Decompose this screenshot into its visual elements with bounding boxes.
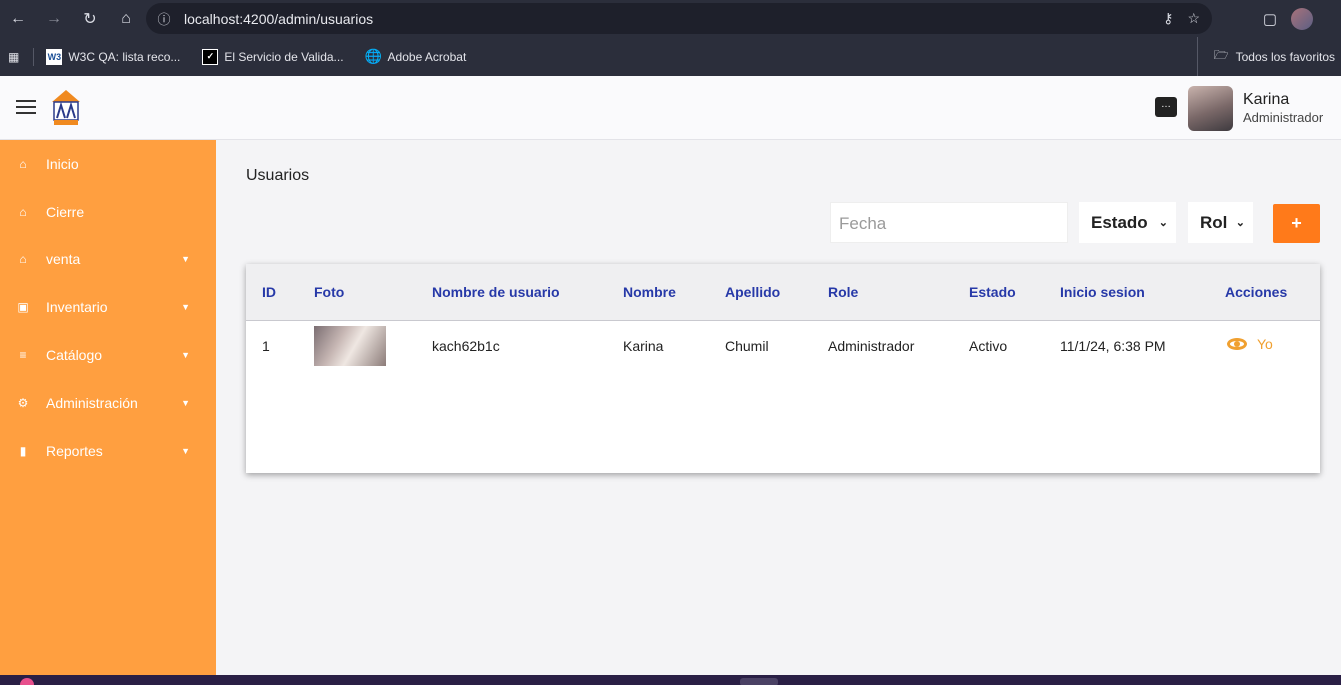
sidebar-item-reportes[interactable]: ▮ Reportes ▼	[0, 431, 216, 471]
extensions-icon[interactable]: ▢	[1263, 10, 1277, 28]
cell-inicio-sesion: 11/1/24, 6:38 PM	[1060, 338, 1166, 354]
bookmark-label: Adobe Acrobat	[387, 49, 467, 64]
address-bar[interactable]: ⓘ localhost:4200/admin/usuarios ⚷ ☆	[146, 3, 1212, 34]
user-role: Administrador	[1243, 110, 1324, 125]
gear-icon: ⚙	[17, 396, 29, 410]
chevron-down-icon: ▼	[181, 302, 190, 312]
all-bookmarks-label: Todos los favoritos	[1235, 49, 1335, 64]
bar-chart-icon: ▮	[19, 444, 27, 458]
home-icon: ⌂	[19, 252, 27, 266]
folder-icon: 🗁	[1213, 48, 1229, 62]
rol-select-label: Rol	[1200, 212, 1228, 232]
sidebar-item-label: Inventario	[46, 299, 108, 315]
chevron-down-icon: ⌄	[1158, 217, 1168, 229]
cell-username: kach62b1c	[432, 338, 500, 354]
bookmark-validator[interactable]: ✓ El Servicio de Valida...	[202, 48, 344, 65]
cell-nombre: Karina	[623, 338, 664, 354]
bookmark-label: El Servicio de Valida...	[224, 49, 344, 64]
home-icon: ⌂	[19, 205, 27, 219]
estado-select[interactable]: Estado ⌄	[1079, 202, 1176, 243]
bookmark-w3c[interactable]: W3 W3C QA: lista reco...	[46, 48, 181, 65]
chevron-down-icon: ▼	[181, 446, 190, 456]
rol-select[interactable]: Rol ⌄	[1188, 202, 1253, 243]
app-header: … Karina Administrador	[0, 76, 1341, 140]
url-text[interactable]: localhost:4200/admin/usuarios	[184, 11, 373, 27]
chevron-down-icon: ▼	[181, 398, 190, 408]
bookmark-label: W3C QA: lista reco...	[68, 49, 181, 64]
estado-select-label: Estado	[1091, 212, 1148, 232]
apps-grid-icon[interactable]: ▦	[8, 50, 19, 64]
user-photo	[314, 326, 386, 366]
all-bookmarks[interactable]: 🗁 Todos los favoritos	[1196, 37, 1335, 76]
sidebar: ⌂ Inicio ⌂ Cierre ⌂ venta ▼ ▣ Inventario…	[0, 140, 216, 675]
menu-icon[interactable]	[16, 100, 36, 114]
chevron-down-icon: ▼	[181, 254, 190, 264]
user-name: Karina	[1243, 91, 1290, 108]
column-header[interactable]: Role	[828, 284, 858, 300]
sidebar-item-catalogo[interactable]: ≡ Catálogo ▼	[0, 335, 216, 375]
sidebar-item-label: Catálogo	[46, 347, 103, 363]
add-user-button[interactable]: +	[1273, 204, 1320, 243]
star-icon[interactable]: ☆	[1187, 10, 1200, 27]
chevron-down-icon: ▼	[181, 350, 190, 360]
os-taskbar	[0, 675, 1341, 685]
sidebar-item-cierre[interactable]: ⌂ Cierre	[0, 192, 216, 232]
sidebar-item-label: venta	[46, 251, 81, 267]
cell-estado: Activo	[969, 338, 1008, 354]
bookmarks-bar: ▦ W3 W3C QA: lista reco... ✓ El Servicio…	[0, 37, 1341, 76]
home-icon: ⌂	[19, 157, 27, 171]
sidebar-item-administracion[interactable]: ⚙ Administración ▼	[0, 383, 216, 423]
sidebar-item-inicio[interactable]: ⌂ Inicio	[0, 144, 216, 184]
taskbar-app-icon[interactable]	[20, 678, 34, 685]
back-icon[interactable]: ←	[0, 1, 36, 37]
column-header[interactable]: Apellido	[725, 284, 780, 300]
sidebar-item-label: Inicio	[46, 156, 79, 172]
table-header: ID Foto Nombre de usuario Nombre Apellid…	[246, 264, 1320, 321]
column-header[interactable]: Foto	[314, 284, 344, 300]
sidebar-item-label: Administración	[46, 395, 138, 411]
avatar[interactable]	[1188, 86, 1233, 131]
w3c-icon: W3	[46, 48, 63, 65]
column-header[interactable]: Inicio sesion	[1060, 284, 1145, 300]
browser-toolbar: ← → ↻ ⌂ ⓘ localhost:4200/admin/usuarios …	[0, 0, 1341, 37]
archive-icon: ▣	[17, 300, 29, 314]
sidebar-item-label: Cierre	[46, 204, 85, 220]
column-header[interactable]: Nombre	[623, 284, 676, 300]
chevron-down-icon: ⌄	[1235, 217, 1245, 229]
fecha-input[interactable]: Fecha	[830, 202, 1068, 243]
forward-icon[interactable]: →	[36, 1, 72, 37]
eye-icon[interactable]	[1227, 338, 1247, 350]
site-info-icon[interactable]: ⓘ	[150, 9, 178, 28]
list-icon: ≡	[19, 348, 27, 362]
profile-avatar[interactable]	[1291, 7, 1313, 30]
globe-icon: 🌐	[364, 48, 383, 64]
users-table: ID Foto Nombre de usuario Nombre Apellid…	[246, 264, 1320, 473]
home-icon[interactable]: ⌂	[108, 1, 144, 37]
sidebar-item-label: Reportes	[46, 443, 103, 459]
cell-id: 1	[262, 338, 270, 354]
column-header[interactable]: ID	[262, 284, 276, 300]
reload-icon[interactable]: ↻	[72, 1, 108, 37]
cell-role: Administrador	[828, 338, 915, 354]
page-title: Usuarios	[246, 167, 310, 184]
column-header[interactable]: Estado	[969, 284, 1016, 300]
chat-icon[interactable]: …	[1155, 97, 1177, 117]
bookmark-divider	[33, 47, 35, 66]
bookmark-acrobat[interactable]: 🌐 Adobe Acrobat	[364, 48, 467, 65]
key-icon[interactable]: ⚷	[1163, 10, 1173, 27]
validator-icon: ✓	[202, 48, 219, 65]
logo	[52, 90, 80, 125]
action-label: Yo	[1257, 336, 1273, 352]
sidebar-item-venta[interactable]: ⌂ venta ▼	[0, 239, 216, 279]
taskbar-app-icon[interactable]	[740, 678, 778, 685]
sidebar-item-inventario[interactable]: ▣ Inventario ▼	[0, 287, 216, 327]
column-header[interactable]: Nombre de usuario	[432, 284, 560, 300]
view-action[interactable]: Yo	[1227, 336, 1273, 352]
cell-apellido: Chumil	[725, 338, 769, 354]
column-header[interactable]: Acciones	[1225, 284, 1287, 300]
